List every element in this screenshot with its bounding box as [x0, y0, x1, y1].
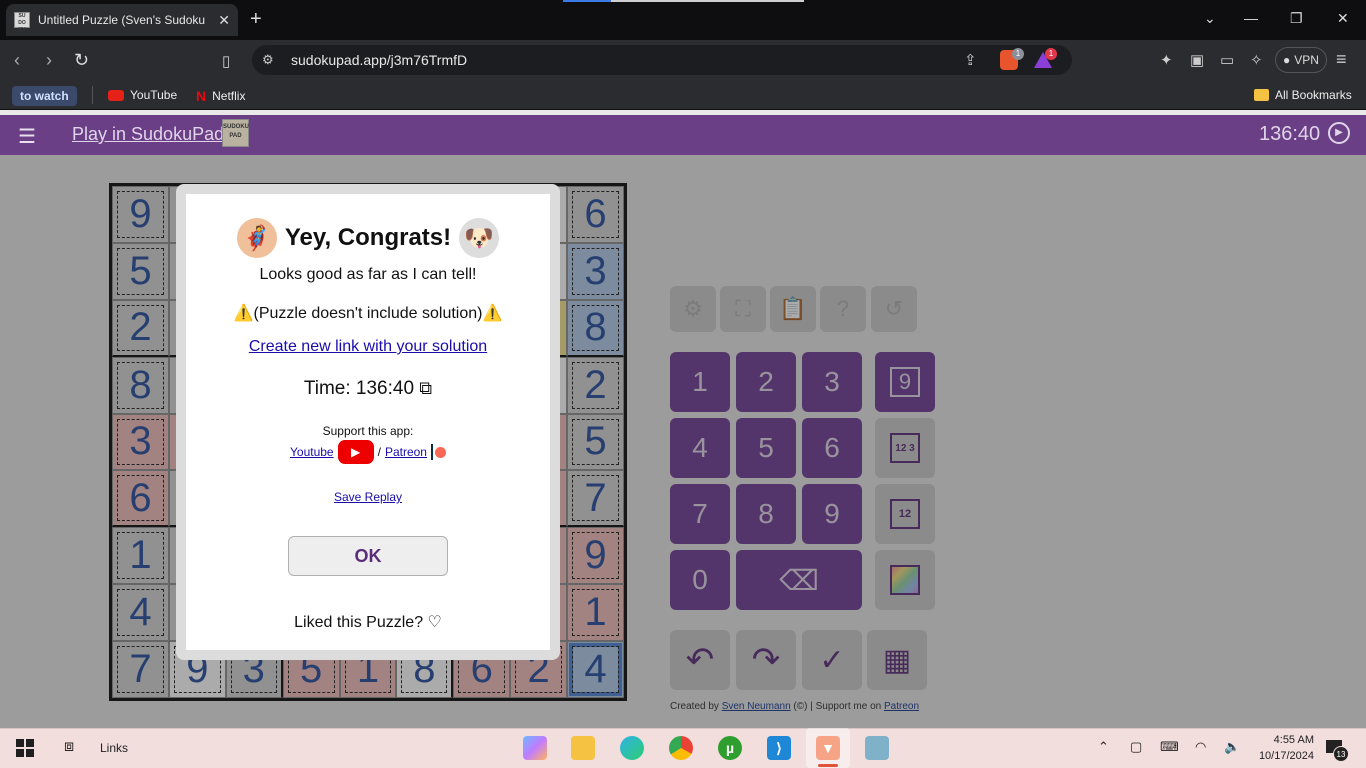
all-bookmarks-label: All Bookmarks — [1275, 88, 1352, 102]
folder-icon — [1254, 89, 1269, 101]
notepad-icon[interactable] — [865, 736, 889, 760]
window-close-icon[interactable]: ✕ — [1337, 10, 1349, 27]
youtube-link[interactable]: Youtube — [290, 445, 334, 459]
share-icon[interactable]: ⇪ — [964, 51, 977, 69]
rewards-badge: 1 — [1045, 48, 1057, 60]
close-tab-icon[interactable]: ✕ — [218, 12, 230, 29]
dialog-title: Yey, Congrats! — [284, 224, 452, 251]
patreon-support-link[interactable]: Patreon — [385, 445, 427, 459]
active-app-highlight — [806, 728, 850, 768]
language-icon[interactable]: ⌨ — [1160, 739, 1179, 755]
brave-badge: 1 — [1012, 48, 1024, 60]
vpn-status-icon: ● — [1283, 53, 1291, 67]
dog-mascot-icon: 🐶 — [459, 218, 500, 258]
clock-date: 10/17/2024 — [1258, 750, 1314, 762]
time-label: Time: 136:40 — [303, 378, 415, 399]
sudokupad-logo: SUDOKU PAD — [222, 119, 249, 147]
leo-ai-icon[interactable]: ✧ — [1250, 51, 1263, 69]
bookmark-to-watch[interactable]: to watch — [12, 86, 77, 106]
file-explorer-icon[interactable] — [571, 736, 595, 760]
patreon-icon[interactable] — [430, 444, 446, 460]
browser-tab[interactable]: SU DO KU Untitled Puzzle (Sven's Sudoku ✕ — [6, 4, 238, 36]
netflix-icon: N — [196, 88, 207, 104]
active-indicator — [818, 764, 838, 767]
support-slash: / — [377, 445, 381, 459]
back-icon[interactable]: ‹ — [14, 50, 20, 71]
url-text[interactable]: sudokupad.app/j3m76TrmfD — [291, 52, 467, 68]
copilot-icon[interactable] — [523, 736, 547, 760]
minimize-icon[interactable]: — — [1244, 10, 1258, 26]
youtube-icon — [108, 89, 124, 101]
save-replay-row: Save Replay — [186, 490, 550, 504]
sven-mascot-icon: 🦸 — [236, 218, 277, 258]
bookmark-netflix[interactable]: N Netflix — [196, 88, 245, 104]
warning-text: (Puzzle doesn't include solution) — [253, 305, 483, 322]
congrats-dialog: 🦸 Yey, Congrats! 🐶 Looks good as far as … — [176, 184, 560, 660]
notification-count: 13 — [1333, 746, 1349, 762]
bookmark-icon[interactable]: ▯ — [222, 52, 230, 70]
reload-icon[interactable]: ↻ — [74, 50, 89, 71]
taskbar-links[interactable]: Links — [100, 741, 128, 755]
wifi-icon[interactable]: ◠ — [1195, 739, 1206, 755]
edge-icon[interactable] — [620, 736, 644, 760]
warning-line: ⚠️(Puzzle doesn't include solution)⚠️ — [186, 303, 550, 323]
utorrent-icon[interactable]: µ — [718, 736, 742, 760]
youtube-play-icon[interactable]: ▶ — [337, 440, 374, 464]
save-replay-link[interactable]: Save Replay — [334, 490, 402, 504]
new-tab-button[interactable]: + — [250, 8, 262, 30]
all-bookmarks[interactable]: All Bookmarks — [1254, 88, 1352, 102]
volume-icon[interactable]: 🔈 — [1224, 739, 1240, 755]
create-link[interactable]: Create new link with your solution — [249, 338, 487, 355]
vpn-button[interactable]: ● VPN — [1275, 47, 1327, 73]
site-info-icon[interactable]: ⚙ — [262, 52, 274, 68]
time-row: Time: 136:40 ⧉ — [186, 378, 550, 400]
play-in-sudokupad-link[interactable]: Play in SudokuPad — [72, 124, 224, 145]
dialog-body: 🦸 Yey, Congrats! 🐶 Looks good as far as … — [186, 194, 550, 650]
sudokupad-favicon: SU DO KU — [14, 12, 30, 33]
dialog-title-row: 🦸 Yey, Congrats! 🐶 — [186, 218, 550, 258]
play-pause-icon[interactable]: ▶ — [1328, 122, 1350, 144]
vpn-label: VPN — [1294, 53, 1319, 67]
tab-title: Untitled Puzzle (Sven's Sudoku — [38, 13, 206, 27]
dialog-message: Looks good as far as I can tell! — [259, 266, 477, 283]
copy-icon[interactable]: ⧉ — [419, 378, 432, 398]
start-icon[interactable] — [16, 739, 34, 757]
timer: 136:40 — [1259, 123, 1321, 145]
tray-overflow-icon[interactable]: ⌃ — [1098, 739, 1109, 755]
tab-indicator — [563, 0, 611, 2]
wallet-icon[interactable]: ▭ — [1220, 51, 1234, 69]
warning-icon: ⚠️ — [233, 305, 254, 322]
hamburger-menu-icon[interactable]: ☰ — [18, 124, 36, 149]
bookmark-youtube[interactable]: YouTube — [108, 88, 177, 102]
warning-icon: ⚠️ — [482, 305, 503, 322]
ok-button[interactable]: OK — [288, 536, 448, 576]
extensions-icon[interactable]: ✦ — [1160, 51, 1173, 69]
tab-search-icon[interactable]: ⌄ — [1204, 10, 1216, 27]
bookmark-youtube-label: YouTube — [130, 88, 178, 102]
tray-device-icon[interactable]: ▢ — [1130, 739, 1142, 755]
task-view-icon[interactable]: ⧈ — [64, 738, 74, 756]
chrome-icon[interactable] — [669, 736, 693, 760]
support-label: Support this app: — [322, 424, 414, 438]
sidebar-icon[interactable]: ▣ — [1190, 51, 1204, 69]
bookmark-separator — [92, 86, 93, 104]
screen: SU DO KU Untitled Puzzle (Sven's Sudoku ✕ … — [0, 0, 1366, 768]
forward-icon[interactable]: › — [46, 50, 52, 71]
tab-indicator-bar — [611, 0, 804, 2]
vscode-icon[interactable]: ⟩ — [767, 736, 791, 760]
restore-icon[interactable]: ❐ — [1290, 10, 1303, 27]
support-links: Youtube ▶ / Patreon — [186, 440, 550, 464]
menu-icon[interactable]: ≡ — [1336, 49, 1347, 70]
clock[interactable]: 4:55 AM 10/17/2024 — [1250, 732, 1314, 764]
clock-time: 4:55 AM — [1273, 734, 1314, 746]
create-link-row: Create new link with your solution — [186, 338, 550, 356]
liked-puzzle[interactable]: Liked this Puzzle? ♡ — [186, 612, 550, 632]
bookmark-netflix-label: Netflix — [212, 89, 246, 103]
